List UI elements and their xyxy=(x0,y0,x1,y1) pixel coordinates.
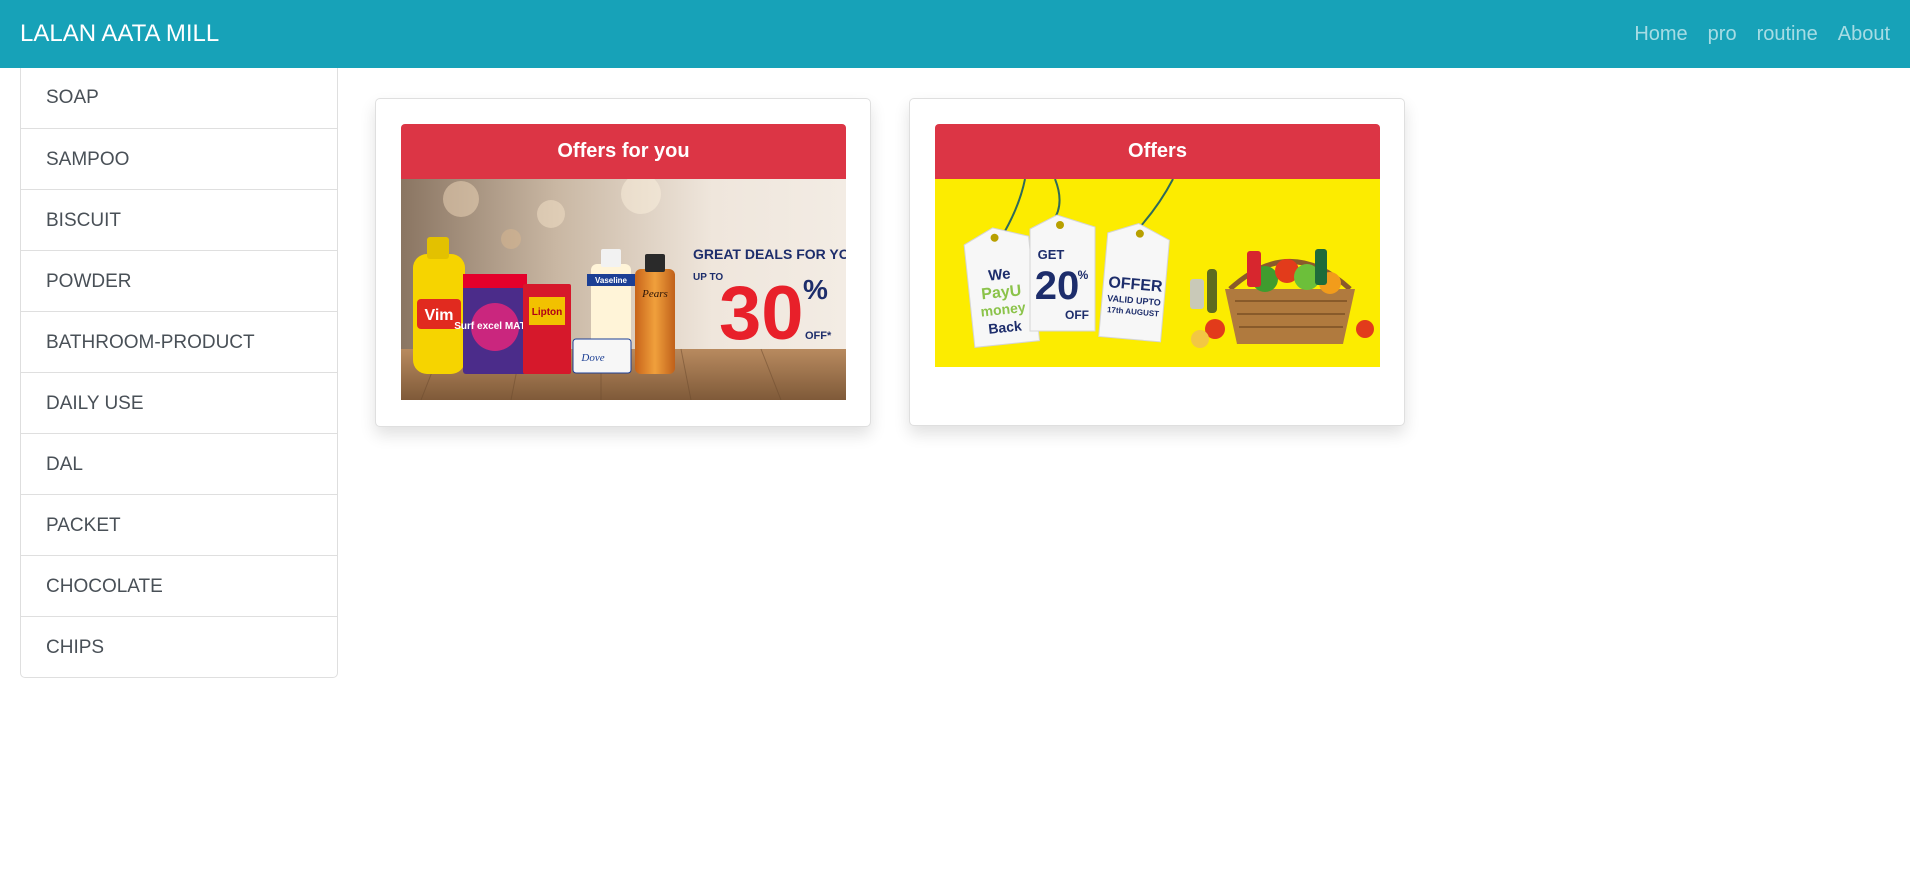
off-text: OFF* xyxy=(805,330,832,342)
top-navbar: LALAN AATA MILL Home pro routine About xyxy=(0,0,1910,68)
category-list: SOAP SAMPOO BISCUIT POWDER BATHROOM-PROD… xyxy=(20,68,338,678)
vim-brand-text: Vim xyxy=(424,307,453,324)
brand-logo-link[interactable]: LALAN AATA MILL xyxy=(20,0,219,68)
category-item-sampoo[interactable]: SAMPOO xyxy=(21,128,337,189)
lipton-brand-text: Lipton xyxy=(532,307,563,318)
percent-sign-text: % xyxy=(803,274,828,305)
vim-bottle-illustration: Vim xyxy=(413,237,465,374)
payu-tag-illustration: We PayU money Back xyxy=(963,227,1041,348)
dove-brand-text: Dove xyxy=(580,352,604,364)
category-item-bathroom-product[interactable]: BATHROOM-PRODUCT xyxy=(21,311,337,372)
tag2-value: 20 xyxy=(1035,264,1080,308)
tag1-line1: We xyxy=(988,265,1012,284)
tag2-off: OFF xyxy=(1065,308,1089,322)
dove-soap-illustration: Dove xyxy=(572,338,632,374)
category-item-dal[interactable]: DAL xyxy=(21,433,337,494)
card-header: Offers xyxy=(935,124,1380,179)
category-item-chips[interactable]: CHIPS xyxy=(21,616,337,677)
tag2-line1: GET xyxy=(1038,247,1065,262)
discount-tag-illustration: GET 20 % OFF xyxy=(1029,214,1096,332)
category-item-biscuit[interactable]: BISCUIT xyxy=(21,189,337,250)
pears-brand-text: Pears xyxy=(641,288,668,300)
nav-links: Home pro routine About xyxy=(1634,0,1890,68)
lipton-box-illustration: Lipton xyxy=(523,284,571,374)
vaseline-brand-text: Vaseline xyxy=(595,276,628,285)
nav-link-about[interactable]: About xyxy=(1838,23,1890,46)
category-item-daily-use[interactable]: DAILY USE xyxy=(21,372,337,433)
offers-for-you-card: Offers for you Vim Surf excel MATIC Lipt… xyxy=(375,98,871,427)
offers-card: Offers We PayU money Back GET 20 % OFF O… xyxy=(909,98,1405,426)
category-item-chocolate[interactable]: CHOCOLATE xyxy=(21,555,337,616)
great-deals-text: GREAT DEALS FOR YOU xyxy=(693,246,846,262)
pears-bottle-illustration: Pears xyxy=(635,254,675,374)
nav-link-home[interactable]: Home xyxy=(1634,23,1687,46)
category-item-packet[interactable]: PACKET xyxy=(21,494,337,555)
percent-value-text: 30 xyxy=(719,271,804,356)
deals-banner-image[interactable]: Vim Surf excel MATIC Lipton Vaseline Dov… xyxy=(401,179,846,400)
card-header: Offers for you xyxy=(401,124,846,179)
tag2-percent: % xyxy=(1078,268,1089,282)
category-item-soap[interactable]: SOAP xyxy=(21,68,337,128)
category-item-powder[interactable]: POWDER xyxy=(21,250,337,311)
nav-link-pro[interactable]: pro xyxy=(1708,23,1737,46)
nav-link-routine[interactable]: routine xyxy=(1757,23,1818,46)
validity-tag-illustration: OFFER VALID UPTO 17th AUGUST xyxy=(1098,222,1170,343)
offer-tags-banner-image[interactable]: We PayU money Back GET 20 % OFF OFFER VA… xyxy=(935,179,1380,367)
